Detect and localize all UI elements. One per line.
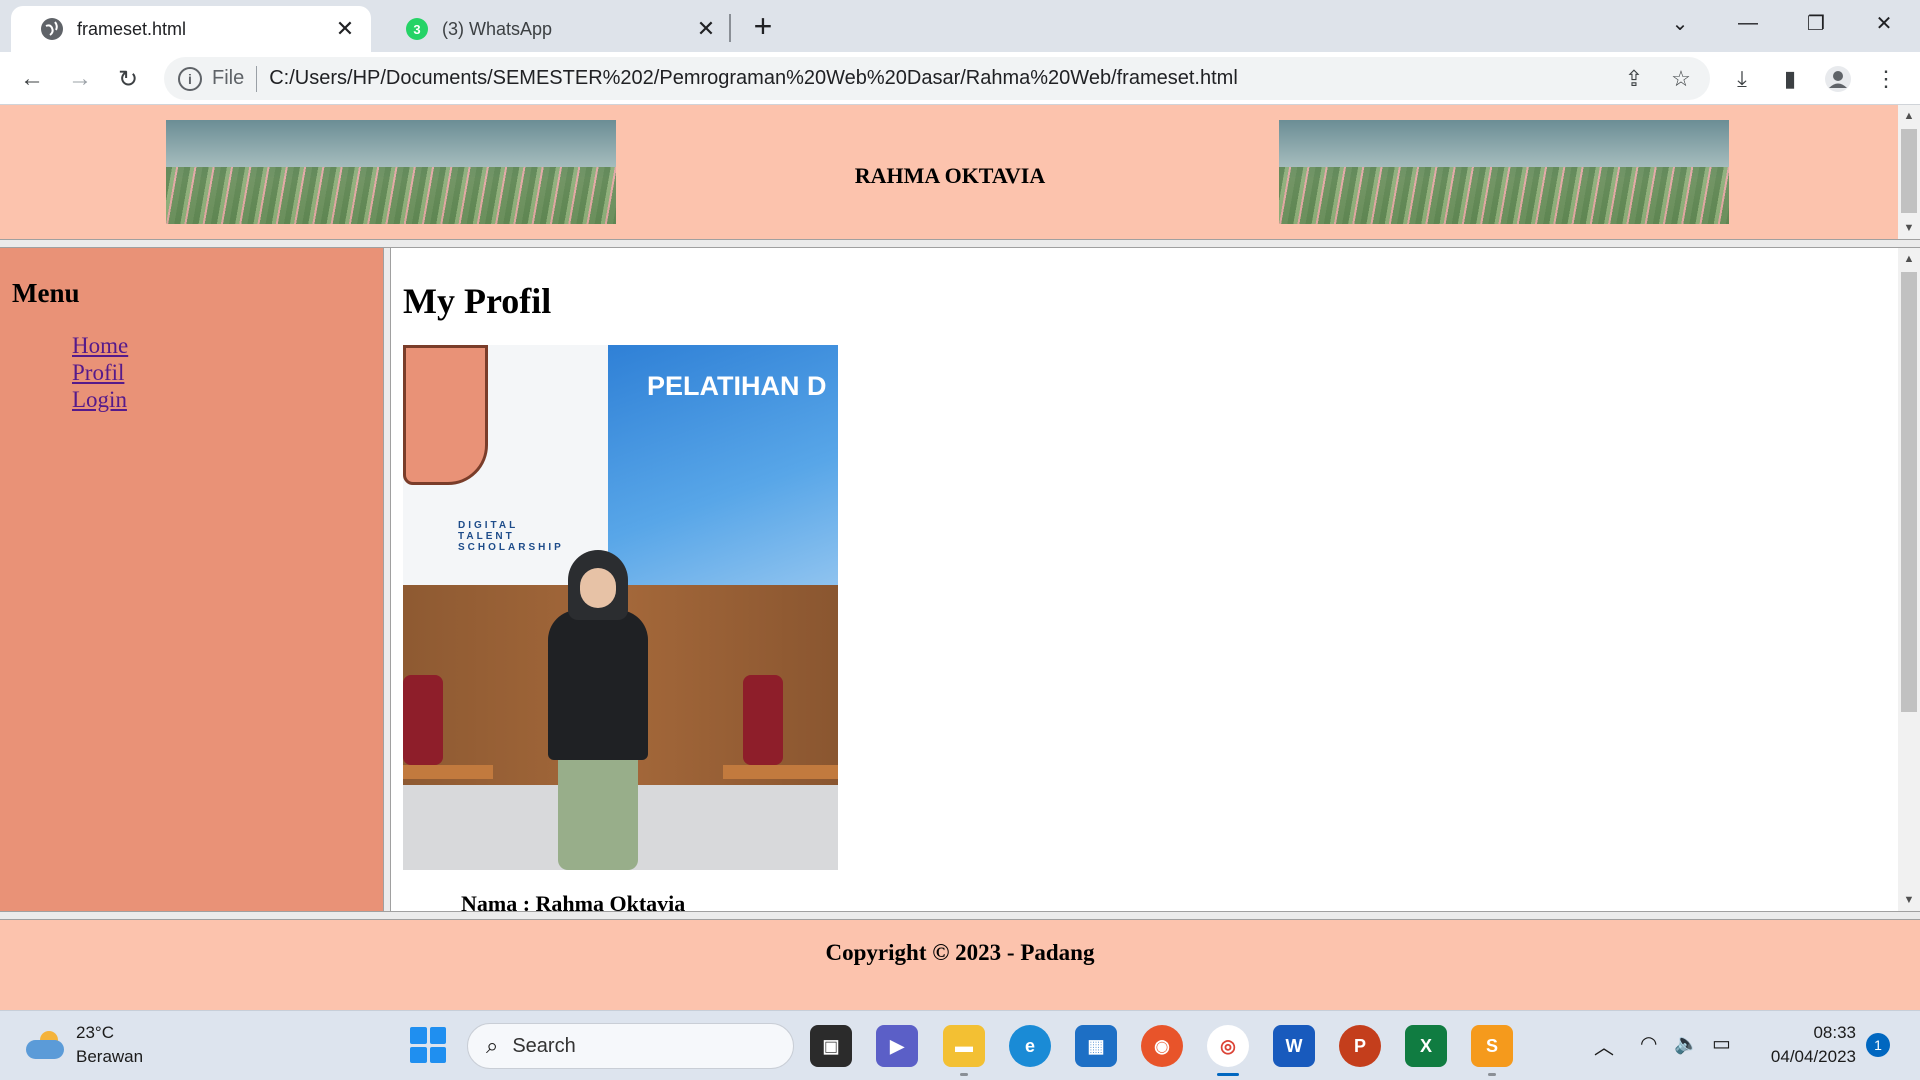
tab-label: frameset.html: [77, 18, 187, 39]
school-logo: [403, 345, 488, 485]
tab-strip: frameset.html ✕ 3 (3) WhatsApp ✕ + ⌄ — ❐…: [0, 0, 1920, 52]
tab-separator: [729, 14, 731, 42]
task-view-icon[interactable]: ▣: [810, 1025, 852, 1067]
page-content: RAHMA OKTAVIA ▲ ▼ Menu Home Profil Login…: [0, 105, 1920, 1010]
weather-widget[interactable]: 23°C Berawan: [26, 1021, 143, 1069]
menu-title: Menu: [12, 278, 80, 308]
new-tab-button[interactable]: +: [746, 10, 780, 44]
menu-item: Profil: [72, 359, 128, 386]
word-icon[interactable]: W: [1273, 1025, 1315, 1067]
edge-icon[interactable]: e: [1009, 1025, 1051, 1067]
search-placeholder: Search: [512, 1034, 576, 1057]
download-icon[interactable]: ⤓: [1727, 64, 1757, 94]
site-title: RAHMA OKTAVIA: [854, 163, 1046, 188]
active-app-indicator: [1217, 1073, 1239, 1076]
menu-link-home[interactable]: Home: [72, 333, 128, 358]
address-divider: [256, 65, 258, 92]
address-scheme: File: [212, 67, 245, 89]
microsoft-store-icon[interactable]: ▦: [1075, 1025, 1117, 1067]
tab-frameset[interactable]: frameset.html ✕: [11, 6, 371, 52]
person-figure: [543, 550, 653, 870]
excel-icon[interactable]: X: [1405, 1025, 1447, 1067]
whatsapp-icon: 3: [406, 18, 428, 40]
search-icon: ⌕: [486, 1033, 499, 1058]
browser-menu-icon[interactable]: ⋮: [1871, 64, 1901, 94]
system-clock[interactable]: 08:33 04/04/2023: [1760, 1021, 1856, 1069]
teams-chat-icon[interactable]: ▶: [876, 1025, 918, 1067]
info-icon[interactable]: i: [178, 66, 202, 91]
powerpoint-icon[interactable]: P: [1339, 1025, 1381, 1067]
scroll-down-icon[interactable]: ▼: [1898, 889, 1920, 911]
photo-banner-text: PELATIHAN D: [647, 371, 827, 401]
clock-time: 08:33: [1813, 1023, 1856, 1042]
tab-search-icon[interactable]: ⌄: [1650, 6, 1710, 40]
main-scrollbar[interactable]: ▲ ▼: [1898, 248, 1920, 911]
back-icon[interactable]: ←: [14, 61, 50, 97]
close-window-button[interactable]: ✕: [1854, 6, 1914, 40]
restore-button[interactable]: ❐: [1786, 6, 1846, 40]
scroll-down-icon[interactable]: ▼: [1898, 217, 1920, 239]
sublime-text-icon[interactable]: S: [1471, 1025, 1513, 1067]
menu-frame: Menu Home Profil Login: [0, 248, 383, 911]
scroll-up-icon[interactable]: ▲: [1898, 105, 1920, 127]
menu-link-login[interactable]: Login: [72, 387, 127, 412]
minimize-button[interactable]: —: [1718, 6, 1778, 40]
running-indicator: [1488, 1073, 1496, 1076]
bookmark-star-icon[interactable]: ☆: [1667, 65, 1695, 93]
share-icon[interactable]: ⇪: [1620, 65, 1648, 93]
close-tab-icon[interactable]: ✕: [333, 16, 357, 41]
scroll-thumb[interactable]: [1901, 129, 1917, 213]
weather-cloud-icon: [26, 1031, 66, 1059]
page-heading: My Profil: [403, 281, 552, 321]
copyright-text: Copyright © 2023 - Padang: [825, 940, 1095, 965]
firefox-icon[interactable]: ◉: [1141, 1025, 1183, 1067]
frame-divider-vertical[interactable]: [383, 248, 391, 911]
taskbar: 23°C Berawan ⌕ Search ▣ ▶ ▬ e ▦ ◉ ◎ W P …: [0, 1010, 1920, 1080]
chrome-icon[interactable]: ◎: [1207, 1025, 1249, 1067]
header-scrollbar[interactable]: ▲ ▼: [1898, 105, 1920, 239]
browser-toolbar: ← → ↻ i File C:/Users/HP/Documents/SEMES…: [0, 52, 1920, 105]
globe-icon: [41, 18, 63, 40]
header-frame: RAHMA OKTAVIA ▲ ▼: [0, 105, 1920, 239]
banner-image-right: [1279, 120, 1729, 224]
address-bar[interactable]: i File C:/Users/HP/Documents/SEMESTER%20…: [164, 57, 1710, 100]
profile-avatar-icon[interactable]: [1823, 64, 1853, 94]
volume-icon[interactable]: 🔈: [1674, 1031, 1699, 1056]
reload-icon[interactable]: ↻: [110, 61, 146, 97]
windows-start-icon[interactable]: [410, 1027, 446, 1063]
battery-icon[interactable]: ▭: [1712, 1031, 1731, 1056]
scroll-up-icon[interactable]: ▲: [1898, 248, 1920, 270]
side-panel-icon[interactable]: ▮: [1775, 64, 1805, 94]
tab-whatsapp[interactable]: 3 (3) WhatsApp ✕: [376, 6, 732, 52]
clock-date: 04/04/2023: [1770, 1047, 1856, 1066]
photo-dts-text: DIGITAL TALENT SCHOLARSHIP: [458, 520, 564, 553]
tab-label: (3) WhatsApp: [442, 18, 553, 39]
frame-divider-bottom[interactable]: [0, 911, 1920, 920]
footer-frame: Copyright © 2023 - Padang: [0, 920, 1920, 1010]
scroll-thumb[interactable]: [1901, 272, 1917, 712]
wifi-icon[interactable]: ◠: [1640, 1031, 1657, 1056]
banner-image-left: [166, 120, 616, 224]
running-indicator: [960, 1073, 968, 1076]
forward-icon[interactable]: →: [62, 61, 98, 97]
show-hidden-icons-chevron[interactable]: ︿: [1594, 1031, 1614, 1060]
weather-temp: 23°C: [76, 1023, 114, 1042]
taskbar-search[interactable]: ⌕ Search: [467, 1023, 794, 1069]
weather-condition: Berawan: [76, 1047, 144, 1066]
menu-item: Home: [72, 332, 128, 359]
menu-item: Login: [72, 386, 128, 413]
notification-badge[interactable]: 1: [1866, 1033, 1890, 1057]
frame-divider-top[interactable]: [0, 239, 1920, 248]
menu-link-profil[interactable]: Profil: [72, 360, 124, 385]
profile-photo: PELATIHAN D DIGITAL TALENT SCHOLARSHIP: [403, 345, 838, 870]
profile-name-text: Nama : Rahma Oktavia: [461, 891, 686, 911]
menu-list: Home Profil Login: [72, 332, 128, 413]
file-explorer-icon[interactable]: ▬: [943, 1025, 985, 1067]
close-tab-icon[interactable]: ✕: [694, 16, 718, 41]
address-url[interactable]: C:/Users/HP/Documents/SEMESTER%202/Pemro…: [269, 67, 1238, 90]
main-frame: My Profil PELATIHAN D DIGITAL TALENT SCH…: [391, 248, 1920, 911]
